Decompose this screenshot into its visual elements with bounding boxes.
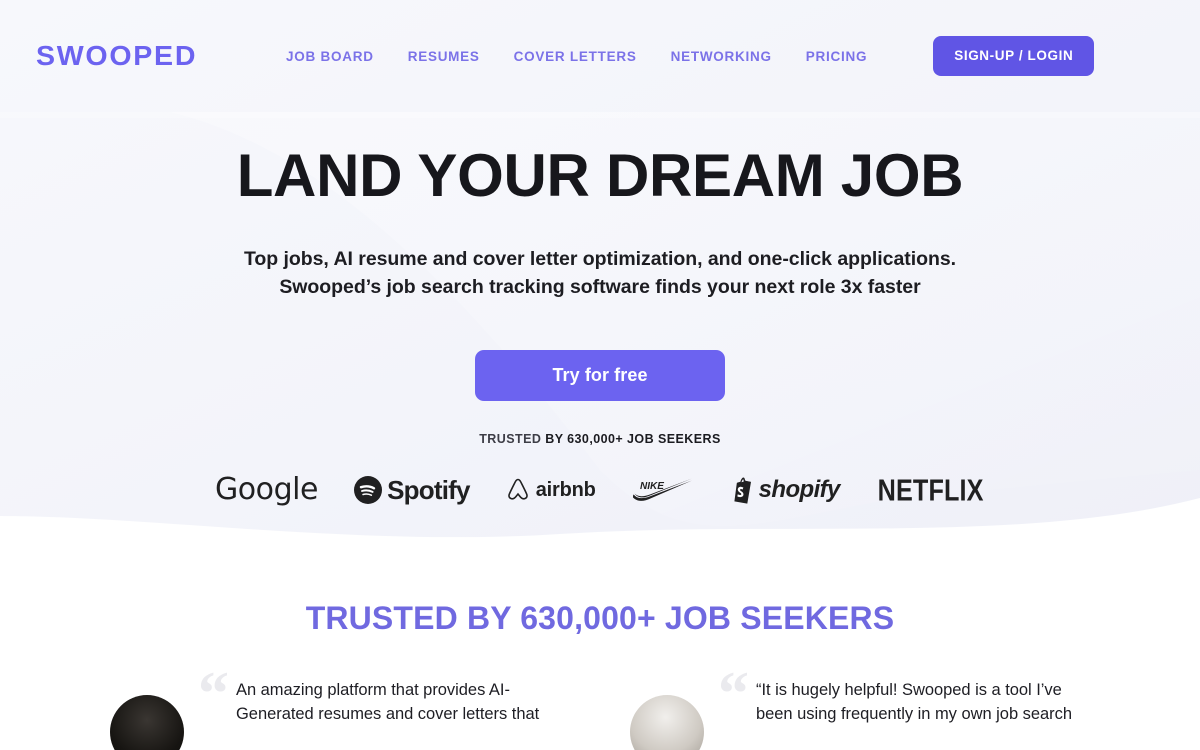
brand-logo[interactable]: SWOOPED (36, 42, 197, 70)
shopify-logo: shopify (730, 473, 840, 507)
nav-link-resumes[interactable]: RESUMES (408, 49, 480, 64)
testimonial-grid: “ An amazing platform that provides AI-G… (0, 663, 1200, 750)
trusted-word: TRUSTED (479, 432, 542, 447)
nike-swoosh-icon: NIKE (632, 478, 692, 502)
testimonials-section: TRUSTED BY 630,000+ JOB SEEKERS “ An ama… (0, 600, 1200, 750)
testimonial-card: “ An amazing platform that provides AI-G… (110, 663, 570, 750)
spotify-wordmark: Spotify (387, 475, 470, 506)
spotify-logo: Spotify (354, 473, 470, 507)
testimonial-card: “ “It is hugely helpful! Swooped is a to… (630, 663, 1090, 750)
nav-link-job-board[interactable]: JOB BOARD (286, 49, 374, 64)
shopify-wordmark: shopify (758, 476, 841, 504)
avatar (110, 694, 184, 750)
quote-block: “ “It is hugely helpful! Swooped is a to… (718, 663, 1090, 727)
nike-wordmark: NIKE (640, 481, 664, 492)
nav-link-pricing[interactable]: PRICING (806, 49, 867, 64)
trusted-by-caption: TRUSTED BY 630,000+ JOB SEEKERS (0, 432, 1200, 446)
spotify-icon (354, 476, 383, 505)
avatar (630, 694, 704, 750)
hero-subtitle: Top jobs, AI resume and cover letter opt… (0, 245, 1200, 302)
airbnb-logo: airbnb (506, 473, 596, 507)
testimonials-heading: TRUSTED BY 630,000+ JOB SEEKERS (305, 600, 895, 636)
main-navbar: SWOOPED JOB BOARD RESUMES COVER LETTERS … (0, 0, 1200, 112)
airbnb-wordmark: airbnb (535, 479, 596, 502)
hero-subtitle-line-1: Top jobs, AI resume and cover letter opt… (243, 247, 957, 270)
nav-links: JOB BOARD RESUMES COVER LETTERS NETWORKI… (286, 36, 1095, 76)
customer-logo-strip: Google Spotify airbnb NIKE shopify NETFL… (0, 473, 1200, 507)
quote-block: “ An amazing platform that provides AI-G… (198, 663, 570, 727)
quote-mark-icon: “ (198, 659, 229, 728)
try-for-free-button[interactable]: Try for free (475, 350, 725, 402)
testimonial-text: An amazing platform that provides AI-Gen… (236, 680, 540, 723)
nav-link-networking[interactable]: NETWORKING (671, 49, 772, 64)
nav-link-cover-letters[interactable]: COVER LETTERS (514, 49, 637, 64)
hero-subtitle-line-2: Swooped’s job search tracking software f… (279, 276, 921, 299)
nike-logo: NIKE (632, 473, 694, 507)
shopify-bag-icon (734, 477, 751, 504)
signup-login-button[interactable]: SIGN-UP / LOGIN (933, 36, 1095, 76)
hero-title: LAND YOUR DREAM JOB (236, 142, 964, 209)
quote-mark-icon: “ (718, 659, 749, 728)
google-logo: Google (214, 472, 319, 508)
netflix-logo: NETFLIX (877, 472, 984, 508)
page-root: SWOOPED JOB BOARD RESUMES COVER LETTERS … (0, 0, 1200, 750)
trusted-count: BY 630,000+ JOB SEEKERS (541, 432, 721, 447)
cta-wrapper: Try for free (0, 350, 1200, 402)
testimonial-text: “It is hugely helpful! Swooped is a tool… (756, 680, 1072, 723)
airbnb-icon (507, 478, 528, 500)
